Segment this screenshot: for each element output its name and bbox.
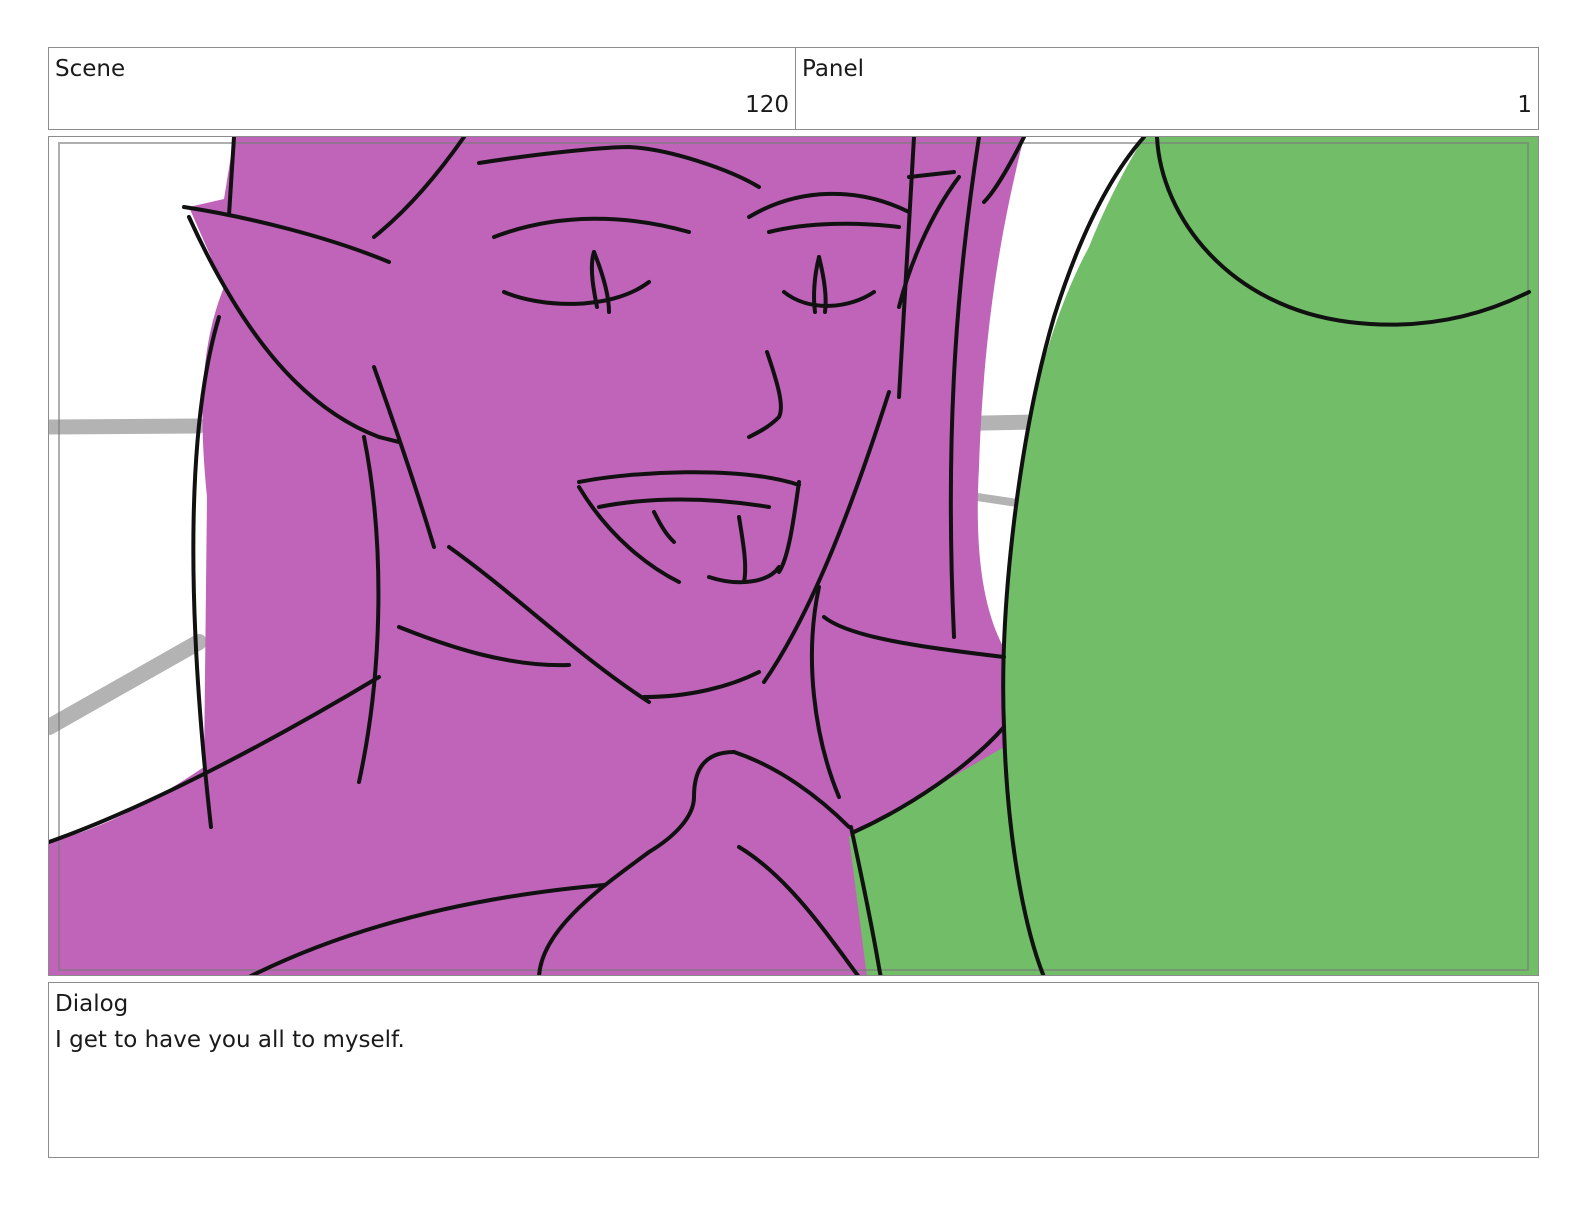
dialog-text: I get to have you all to myself. — [55, 1027, 405, 1053]
storyboard-sketch — [49, 137, 1538, 975]
storyboard-panel-image — [48, 136, 1539, 976]
panel-cell: Panel 1 — [795, 47, 1539, 130]
scene-number: 120 — [745, 92, 789, 118]
panel-label: Panel — [802, 56, 865, 82]
scene-cell: Scene 120 — [48, 47, 796, 130]
dialog-label: Dialog — [55, 991, 129, 1017]
panel-number: 1 — [1517, 92, 1532, 118]
dialog-box: Dialog I get to have you all to myself. — [48, 982, 1539, 1158]
scene-label: Scene — [55, 56, 126, 82]
